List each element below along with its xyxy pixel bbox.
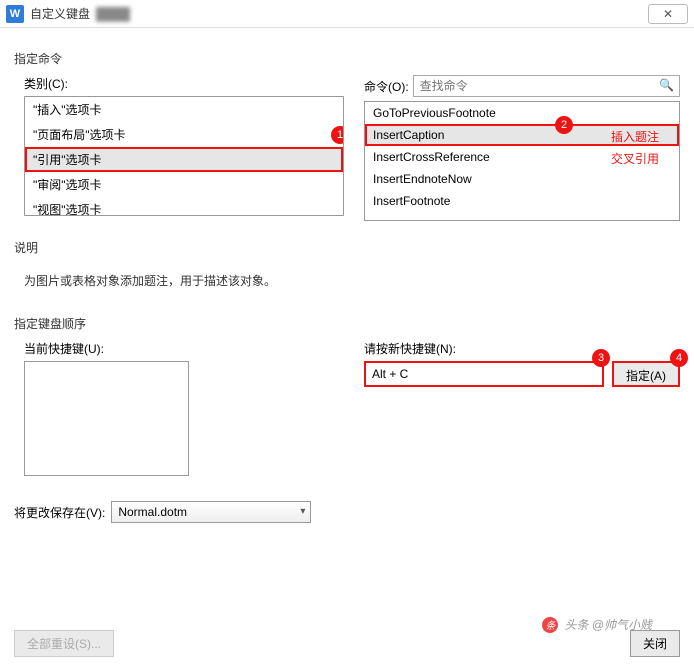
- current-shortcut-label: 当前快捷键(U):: [24, 340, 344, 357]
- app-icon: W: [6, 5, 24, 23]
- commands-search-input[interactable]: [413, 75, 680, 97]
- annotation-badge-1: 1: [331, 126, 344, 144]
- save-in-label: 将更改保存在(V):: [14, 504, 105, 521]
- titlebar: W 自定义键盘 ████ ✕: [0, 0, 694, 28]
- close-button[interactable]: 关闭: [630, 630, 680, 657]
- list-item-selected[interactable]: "引用"选项卡: [25, 147, 343, 172]
- section-description: 说明: [14, 239, 680, 256]
- section-assign-command: 指定命令: [14, 50, 680, 67]
- list-item[interactable]: "视图"选项卡: [25, 197, 343, 216]
- reset-all-button[interactable]: 全部重设(S)...: [14, 630, 114, 657]
- annotation-text-cross-ref: 交叉引用: [611, 150, 659, 167]
- list-item[interactable]: InsertEndnoteNow: [365, 168, 679, 190]
- list-item[interactable]: "插入"选项卡: [25, 97, 343, 122]
- watermark-icon: 条: [542, 617, 558, 633]
- new-shortcut-input[interactable]: [364, 361, 604, 387]
- blur-text: ████: [96, 7, 130, 21]
- category-listbox[interactable]: "插入"选项卡 "页面布局"选项卡 1 "引用"选项卡 "审阅"选项卡 "视图"…: [24, 96, 344, 216]
- new-shortcut-label: 请按新快捷键(N):: [364, 340, 680, 357]
- commands-listbox[interactable]: GoToPreviousFootnote InsertCaption 2 插入题…: [364, 101, 680, 221]
- window-title: 自定义键盘: [30, 5, 90, 22]
- description-text: 为图片或表格对象添加题注，用于描述该对象。: [14, 264, 680, 297]
- save-in-select[interactable]: Normal.dotm: [111, 501, 311, 523]
- list-item[interactable]: "审阅"选项卡: [25, 172, 343, 197]
- list-item[interactable]: InsertCrossReference 交叉引用: [365, 146, 679, 168]
- section-keyboard-sequence: 指定键盘顺序: [14, 315, 680, 332]
- commands-label: 命令(O):: [364, 78, 409, 95]
- annotation-badge-3: 3: [592, 349, 610, 367]
- watermark: 条 头条 @帅气小贱: [542, 616, 652, 633]
- window-close-button[interactable]: ✕: [648, 4, 688, 24]
- list-item[interactable]: GoToPreviousFootnote: [365, 102, 679, 124]
- list-item[interactable]: "页面布局"选项卡 1: [25, 122, 343, 147]
- current-shortcut-box[interactable]: [24, 361, 189, 476]
- category-label: 类别(C):: [24, 75, 344, 92]
- list-item[interactable]: InsertFootnote: [365, 190, 679, 212]
- annotation-text-insert-caption: 插入题注: [611, 128, 659, 145]
- annotation-badge-4: 4: [670, 349, 688, 367]
- annotation-badge-2: 2: [555, 116, 573, 134]
- assign-button[interactable]: 指定(A): [612, 361, 680, 387]
- list-item-selected[interactable]: InsertCaption 2 插入题注: [365, 124, 679, 146]
